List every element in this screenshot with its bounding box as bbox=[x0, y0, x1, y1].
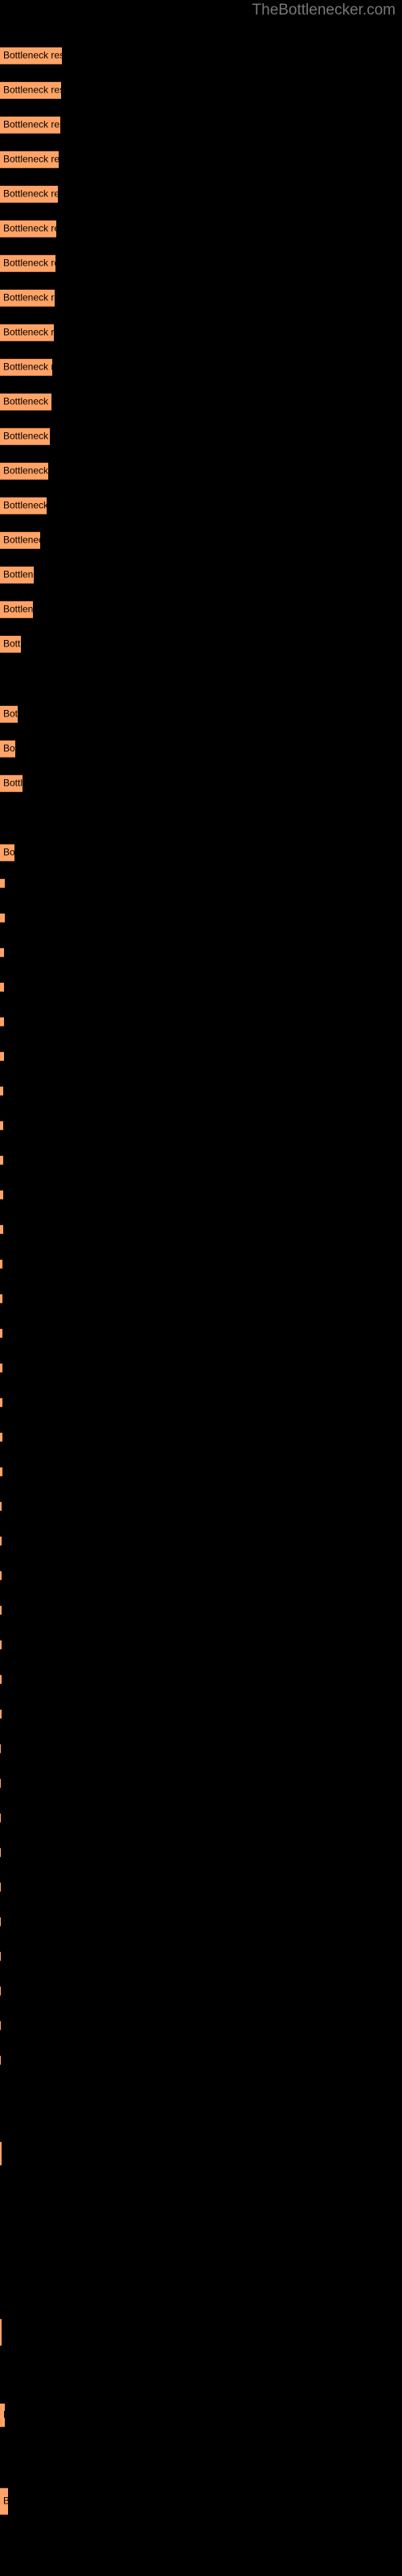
bar-48[interactable] bbox=[0, 1744, 1, 1753]
bar-6[interactable]: Bottleneck result bbox=[0, 220, 56, 237]
bar-16[interactable]: Bottleneck result bbox=[0, 566, 34, 584]
bar-25[interactable] bbox=[0, 947, 4, 957]
bar-14[interactable]: Bottleneck result bbox=[0, 497, 47, 514]
bar-27[interactable] bbox=[0, 1017, 4, 1026]
bar-40[interactable] bbox=[0, 1467, 2, 1476]
bar-31[interactable] bbox=[0, 1155, 3, 1165]
bar-20[interactable]: Bottleneck result bbox=[0, 740, 15, 758]
bar-28[interactable] bbox=[0, 1051, 4, 1061]
bar-10[interactable]: Bottleneck result bbox=[0, 358, 52, 376]
bar-label: Bottleneck result bbox=[3, 257, 55, 269]
bar-5[interactable]: Bottleneck result bbox=[0, 185, 58, 203]
bar-label: Bottleneck result bbox=[3, 603, 33, 615]
bar-12[interactable]: Bottleneck result bbox=[0, 427, 50, 445]
bar-43[interactable] bbox=[0, 1571, 2, 1580]
bar-label: Bottleneck result bbox=[3, 708, 18, 720]
bar-35[interactable] bbox=[0, 1294, 2, 1303]
bar-2[interactable]: Bottleneck result bbox=[0, 81, 61, 99]
bar-60[interactable]: B bbox=[0, 2403, 5, 2427]
bar-label: Bottleneck result bbox=[3, 742, 15, 754]
bar-label: Bottleneck result bbox=[3, 499, 47, 511]
bar-label: Bottleneck result bbox=[3, 118, 60, 130]
bar-label: B bbox=[3, 2496, 8, 2507]
bar-label: Bottleneck result bbox=[3, 777, 23, 789]
bar-18[interactable]: Bottleneck result bbox=[0, 635, 21, 653]
bar-label: Bottleneck result bbox=[3, 188, 58, 200]
bar-53[interactable] bbox=[0, 1917, 1, 1926]
bar-56[interactable] bbox=[0, 2021, 1, 2030]
bar-26[interactable] bbox=[0, 982, 4, 992]
bar-39[interactable] bbox=[0, 1432, 2, 1442]
bar-8[interactable]: Bottleneck result bbox=[0, 289, 55, 307]
bar-label: Bottleneck result bbox=[3, 291, 55, 303]
bar-29[interactable] bbox=[0, 1086, 3, 1096]
bar-34[interactable] bbox=[0, 1259, 2, 1269]
bar-3[interactable]: Bottleneck result bbox=[0, 116, 60, 134]
bar-label: Bottleneck result bbox=[3, 464, 48, 477]
bar-59[interactable] bbox=[0, 2318, 2, 2346]
bar-38[interactable] bbox=[0, 1397, 2, 1407]
bar-45[interactable] bbox=[0, 1640, 2, 1649]
bars-layer: Bottleneck result Bottleneck result Bottle… bbox=[0, 0, 402, 2576]
bar-50[interactable] bbox=[0, 1813, 1, 1823]
bar-label: Bottleneck result bbox=[3, 395, 51, 407]
bar-51[interactable] bbox=[0, 1847, 1, 1857]
bar-4[interactable]: Bottleneck result bbox=[0, 151, 59, 168]
bar-37[interactable] bbox=[0, 1363, 2, 1373]
bar-label: Bottleneck result bbox=[3, 49, 62, 61]
bar-label: Bottleneck result bbox=[3, 534, 40, 546]
bar-54[interactable] bbox=[0, 1951, 1, 1961]
bar-label: Bottleneck result bbox=[3, 430, 50, 442]
bar-23[interactable] bbox=[0, 878, 5, 888]
bar-21[interactable]: Bottleneck result bbox=[0, 774, 23, 792]
bar-42[interactable] bbox=[0, 1536, 2, 1546]
bar-49[interactable] bbox=[0, 1778, 1, 1788]
bar-label: Bottleneck result bbox=[3, 222, 56, 234]
bottleneck-bar-chart: TheBottlenecker.com Bottleneck resultBot… bbox=[0, 0, 402, 2576]
bar-9[interactable]: Bottleneck result bbox=[0, 324, 54, 341]
bar-label: Bottleneck result bbox=[3, 326, 54, 338]
bar-label: Bottleneck result bbox=[3, 568, 34, 580]
bar-30[interactable] bbox=[0, 1121, 3, 1130]
bar-label: Bottleneck result bbox=[3, 846, 14, 858]
bar-52[interactable] bbox=[0, 1882, 1, 1892]
bar-label: Bottleneck result bbox=[3, 153, 59, 165]
bar-13[interactable]: Bottleneck result bbox=[0, 462, 48, 480]
bar-57[interactable] bbox=[0, 2055, 1, 2065]
bar-61[interactable]: B bbox=[0, 2487, 8, 2515]
bar-33[interactable] bbox=[0, 1224, 3, 1234]
bar-17[interactable]: Bottleneck result bbox=[0, 601, 33, 618]
bar-44[interactable] bbox=[0, 1605, 2, 1615]
bar-label: B bbox=[3, 2409, 5, 2421]
bar-label: Bottleneck result bbox=[3, 638, 21, 650]
bar-24[interactable] bbox=[0, 913, 5, 923]
bar-41[interactable] bbox=[0, 1501, 2, 1511]
bar-label: Bottleneck result bbox=[3, 361, 52, 373]
bar-32[interactable] bbox=[0, 1190, 3, 1199]
bar-label: Bottleneck result bbox=[3, 84, 61, 96]
bar-11[interactable]: Bottleneck result bbox=[0, 393, 51, 411]
bar-15[interactable]: Bottleneck result bbox=[0, 531, 40, 549]
bar-1[interactable]: Bottleneck result bbox=[0, 47, 62, 64]
bar-58[interactable] bbox=[0, 2141, 2, 2165]
bar-22[interactable]: Bottleneck result bbox=[0, 844, 14, 861]
bar-19[interactable]: Bottleneck result bbox=[0, 705, 18, 723]
bar-7[interactable]: Bottleneck result bbox=[0, 254, 55, 272]
bar-55[interactable] bbox=[0, 1986, 1, 1996]
bar-36[interactable] bbox=[0, 1328, 2, 1338]
bar-46[interactable] bbox=[0, 1674, 2, 1684]
bar-47[interactable] bbox=[0, 1709, 2, 1719]
